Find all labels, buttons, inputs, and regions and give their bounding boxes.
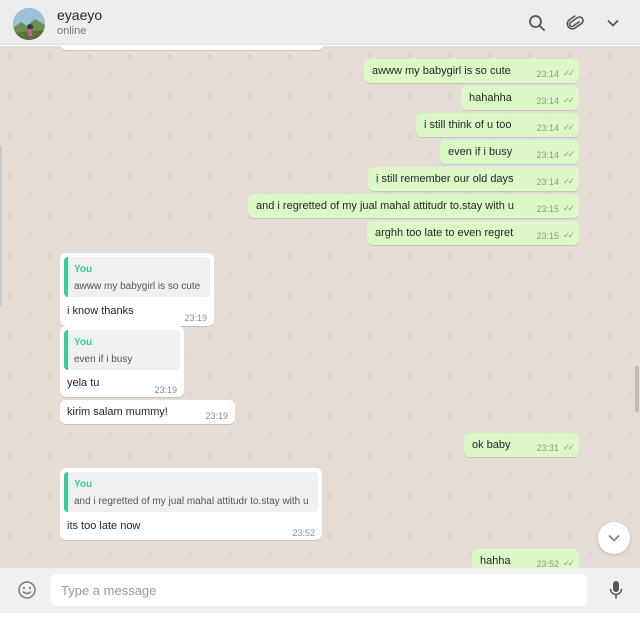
incoming-message[interactable]: kirim salam mummy! 23:19 [60,400,235,424]
message-text: ok baby [472,439,511,451]
message-time: 23:14 [536,96,559,106]
message-time: 23:19 [154,385,177,395]
message-text: kirim salam mummy! [67,406,168,418]
delivered-tick-icon: ✓✓ [562,203,575,213]
quote-author: You [74,337,93,348]
quoted-message[interactable]: You even if i busy [64,330,180,370]
window-bottom-edge [0,613,640,625]
message-text: arghh too late to even regret [375,227,514,239]
outgoing-message[interactable]: arghh too late to even regret 23:15 ✓✓ [367,221,579,245]
scroll-to-bottom-button[interactable] [598,522,630,554]
message-text: yela tu [67,377,100,389]
delivered-tick-icon: ✓✓ [562,230,575,240]
menu-chevron-icon[interactable] [601,11,625,35]
outgoing-message[interactable]: hahahha 23:14 ✓✓ [461,86,579,110]
chat-header: eyaeyo online [0,0,640,45]
message-input[interactable] [51,574,587,606]
contact-avatar[interactable] [13,8,45,40]
chat-scrollbar[interactable] [635,366,639,412]
delivered-tick-icon: ✓✓ [562,122,575,132]
delivered-tick-icon: ✓✓ [562,95,575,105]
incoming-message[interactable]: You awww my babygirl is so cute i know t… [60,253,214,326]
outgoing-message[interactable]: awww my babygirl is so cute 23:14 ✓✓ [364,59,579,83]
message-time: 23:52 [292,528,315,538]
quoted-message[interactable]: You and i regretted of my jual mahal att… [64,472,318,512]
chevron-down-icon [608,534,620,542]
delivered-tick-icon: ✓✓ [562,68,575,78]
quoted-message[interactable]: You awww my babygirl is so cute [64,257,210,297]
outgoing-message[interactable]: i still think of u too 23:14 ✓✓ [416,113,579,137]
delivered-tick-icon: ✓✓ [562,442,575,452]
message-time: 23:14 [536,150,559,160]
quote-text: even if i busy [74,354,133,365]
contact-status: online [57,25,87,37]
quote-author: You [74,479,93,490]
attach-icon[interactable] [563,11,587,35]
message-text: hahha [480,555,511,567]
outgoing-message[interactable]: hahha 23:52 ✓✓ [472,549,579,568]
emoji-icon[interactable] [16,579,38,601]
message-text: its too late now [67,520,141,532]
message-composer [0,568,640,613]
message-bubble-partial [60,46,324,50]
message-text: even if i busy [448,146,513,158]
message-time: 23:15 [536,231,559,241]
quote-text: and i regretted of my jual mahal attitud… [74,496,309,507]
message-time: 23:19 [205,411,228,421]
incoming-message[interactable]: You and i regretted of my jual mahal att… [60,468,322,540]
message-text: hahahha [469,92,512,104]
delivered-tick-icon: ✓✓ [562,149,575,159]
message-time: 23:15 [536,204,559,214]
pane-divider [0,146,2,306]
message-text: i know thanks [67,305,134,317]
message-time: 23:52 [536,559,559,568]
message-time: 23:19 [184,313,207,323]
quote-text: awww my babygirl is so cute [74,281,201,292]
microphone-icon[interactable] [605,578,627,602]
delivered-tick-icon: ✓✓ [562,176,575,186]
message-text: i still remember our old days [376,173,514,185]
message-text: i still think of u too [424,119,512,131]
message-text: awww my babygirl is so cute [372,65,511,77]
quote-author: You [74,264,93,275]
conversation-panel[interactable]: awww my babygirl is so cute 23:14 ✓✓ hah… [0,46,640,568]
contact-name[interactable]: eyaeyo [57,7,102,23]
outgoing-message[interactable]: and i regretted of my jual mahal attitud… [248,194,579,218]
message-time: 23:14 [536,69,559,79]
message-time: 23:14 [536,177,559,187]
delivered-tick-icon: ✓✓ [562,558,575,568]
incoming-message[interactable]: You even if i busy yela tu 23:19 [60,326,184,397]
outgoing-message[interactable]: ok baby 23:31 ✓✓ [464,433,579,457]
message-text: and i regretted of my jual mahal attitud… [256,200,515,212]
outgoing-message[interactable]: even if i busy 23:14 ✓✓ [440,140,579,164]
message-time: 23:31 [536,443,559,453]
search-icon[interactable] [525,11,549,35]
message-time: 23:14 [536,123,559,133]
outgoing-message[interactable]: i still remember our old days 23:14 ✓✓ [368,167,579,191]
